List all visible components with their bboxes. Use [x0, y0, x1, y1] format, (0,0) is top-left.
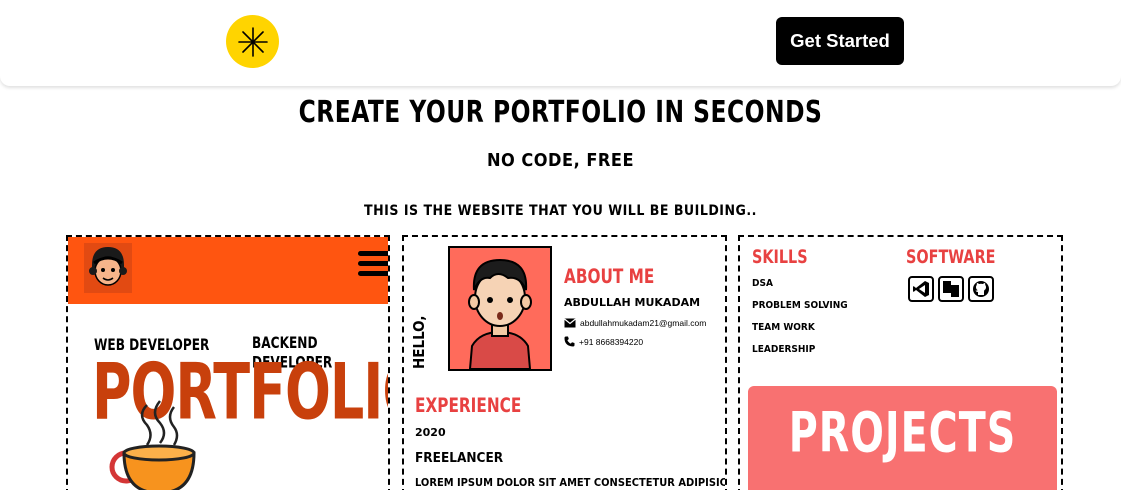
preview-card-skills[interactable]: SKILLS DSA PROBLEM SOLVING TEAM WORK LEA…	[738, 235, 1063, 490]
experience-description: LOREM IPSUM DOLOR SIT AMET CONSECTETUR A…	[415, 476, 727, 489]
software-title: SOFTWARE	[906, 245, 996, 268]
coffee-cup-illustration	[109, 400, 196, 490]
profile-name: ABDULLAH MUKADAM	[564, 296, 701, 309]
skill-item: PROBLEM SOLVING	[752, 300, 848, 311]
vscode-icon[interactable]	[908, 276, 934, 302]
navbar: Get Started	[0, 0, 1121, 86]
about-me-title: ABOUT ME	[564, 265, 655, 289]
experience-role: FREELANCER	[415, 450, 504, 466]
email-text: abdullahmukadam21@gmail.com	[580, 318, 707, 328]
github-icon[interactable]	[968, 276, 994, 302]
projects-banner[interactable]: PROJECTS	[748, 386, 1057, 490]
envelope-icon	[564, 318, 576, 328]
projects-label: PROJECTS	[788, 401, 1017, 466]
phone-text: +91 8668394220	[579, 336, 644, 347]
page-title: CREATE YOUR PORTFOLIO IN SECONDS	[298, 95, 823, 131]
skills-title: SKILLS	[752, 245, 808, 268]
page-subtitle: NO CODE, FREE	[486, 150, 635, 171]
logo[interactable]	[226, 15, 279, 68]
asterisk-icon	[237, 26, 268, 57]
get-started-button[interactable]: Get Started	[776, 17, 904, 65]
preview-header-bar	[68, 237, 388, 304]
skill-item: TEAM WORK	[752, 322, 815, 333]
cartoon-avatar-icon	[84, 243, 132, 293]
profile-portrait	[448, 246, 552, 371]
phone-row[interactable]: +91 8668394220	[564, 336, 643, 347]
software-icons	[908, 276, 994, 302]
phone-icon	[564, 336, 575, 347]
experience-year: 2020	[415, 426, 446, 439]
figma-icon[interactable]	[938, 276, 964, 302]
hamburger-menu-icon[interactable]	[358, 251, 388, 281]
skill-item: LEADERSHIP	[752, 344, 816, 355]
skill-item: DSA	[752, 278, 773, 289]
hello-label: HELLO,	[410, 315, 428, 369]
email-row[interactable]: abdullahmukadam21@gmail.com	[564, 318, 706, 328]
experience-title: EXPERIENCE	[415, 394, 522, 418]
preview-caption: THIS IS THE WEBSITE THAT YOU WILL BE BUI…	[364, 203, 757, 219]
cartoon-boy-illustration	[468, 258, 532, 370]
preview-card-landing[interactable]: WEB DEVELOPER BACKEND DEVELOPER PORTFOLI…	[66, 235, 390, 490]
preview-card-about[interactable]: HELLO, ABOUT ME ABDULLAH MUKADAM abdulla…	[402, 235, 727, 490]
